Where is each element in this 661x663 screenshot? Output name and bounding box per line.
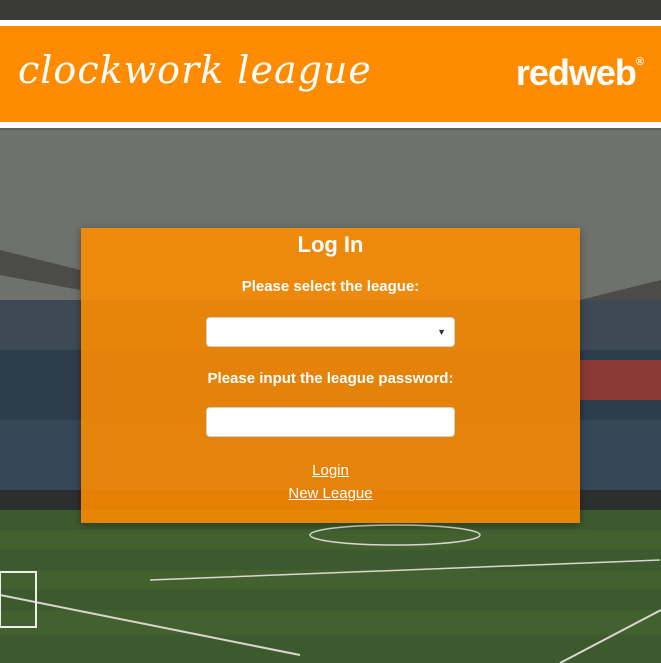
brand-logo: clockwork league (18, 48, 372, 92)
login-panel: Log In Please select the league: ▼ Pleas… (81, 228, 580, 523)
login-link[interactable]: Login (81, 462, 580, 479)
partner-logo: redweb® (515, 52, 644, 94)
partner-logo-text: redweb (515, 52, 637, 93)
header-divider-bottom (0, 122, 661, 128)
chevron-down-icon: ▼ (437, 327, 446, 337)
registered-mark: ® (635, 56, 644, 68)
header-bar: clockwork league redweb® (0, 26, 661, 122)
league-password-input[interactable] (206, 407, 455, 437)
league-select-label: Please select the league: (241, 278, 420, 295)
login-title: Log In (297, 232, 364, 257)
password-label: Please input the league password: (207, 370, 454, 387)
league-select[interactable]: ▼ (206, 317, 455, 347)
new-league-link[interactable]: New League (81, 485, 580, 502)
top-strip (0, 0, 661, 20)
